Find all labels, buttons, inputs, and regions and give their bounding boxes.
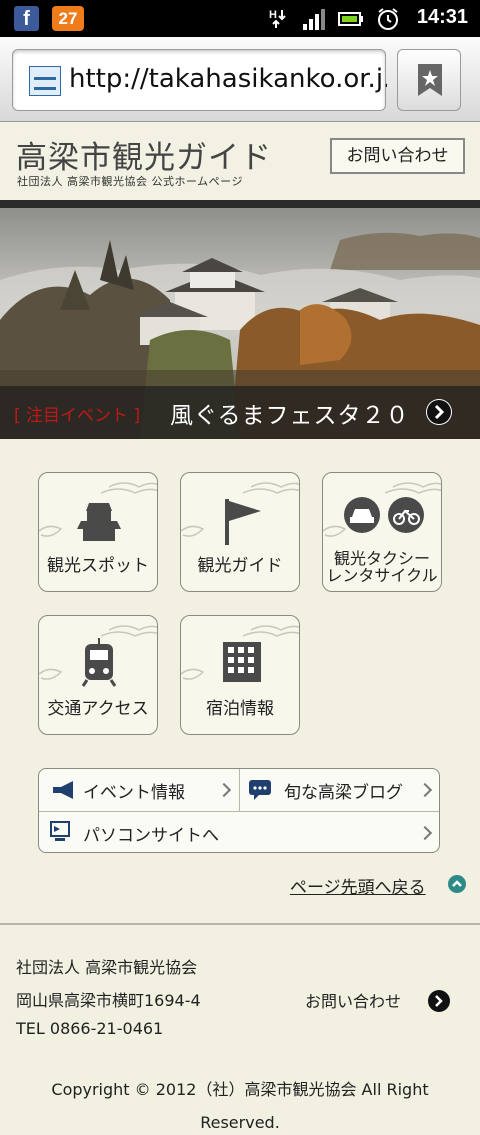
tile-label: 交通アクセス bbox=[47, 699, 149, 719]
footer-contact-link[interactable]: お問い合わせ bbox=[305, 988, 401, 1012]
tile-label: 観光スポット bbox=[47, 556, 149, 576]
megaphone-icon bbox=[53, 781, 73, 799]
back-to-top-link[interactable]: ページ先頭へ戻る bbox=[290, 873, 426, 898]
status-bar: f 27 H 14:31 bbox=[0, 0, 480, 37]
alarm-icon bbox=[378, 8, 398, 30]
contact-button[interactable]: お問い合わせ bbox=[330, 138, 465, 174]
tile-transport-access[interactable]: 交通アクセス bbox=[38, 615, 158, 735]
chevron-right-icon bbox=[417, 782, 433, 798]
chevron-right-icon bbox=[216, 782, 232, 798]
clock: 14:31 bbox=[416, 6, 468, 28]
link-label: 旬な高梁ブログ bbox=[284, 783, 403, 803]
chevron-right-icon bbox=[417, 825, 433, 841]
tile-label: 観光ガイド bbox=[197, 556, 283, 576]
hero-arrow-icon[interactable] bbox=[426, 399, 452, 425]
copyright-line-2: Reserved. bbox=[200, 1113, 280, 1132]
speech-bubble-icon bbox=[249, 780, 271, 800]
link-label: パソコンサイトへ bbox=[83, 826, 219, 846]
signal-icon bbox=[303, 9, 325, 30]
facebook-icon: f bbox=[14, 6, 39, 31]
status-icons: H bbox=[268, 7, 400, 31]
footer-org: 社団法人 高梁市観光協会 bbox=[16, 958, 198, 977]
site-header: 高梁市観光ガイド 社団法人 高梁市観光協会 公式ホームページ お問い合わせ bbox=[0, 122, 480, 200]
footer-divider bbox=[0, 923, 480, 925]
copyright: Copyright © 2012（社）高梁市観光協会 All Right Res… bbox=[30, 1073, 450, 1135]
site-title[interactable]: 高梁市観光ガイド bbox=[16, 132, 272, 177]
link-blog[interactable]: 旬な高梁ブログ bbox=[240, 769, 439, 811]
site-favicon-icon bbox=[29, 66, 61, 96]
bookmark-icon bbox=[418, 64, 442, 96]
tile-sightseeing-guide[interactable]: 観光ガイド bbox=[180, 472, 300, 592]
quick-links: イベント情報 旬な高梁ブログ パソコンサイトへ bbox=[38, 768, 440, 853]
link-pc-site[interactable]: パソコンサイトへ bbox=[39, 812, 439, 852]
copyright-line-1: Copyright © 2012（社）高梁市観光協会 All Right bbox=[51, 1080, 429, 1099]
site-subtitle: 社団法人 高梁市観光協会 公式ホームページ bbox=[17, 175, 243, 188]
arrow-right-icon[interactable] bbox=[428, 990, 450, 1012]
tile-lodging[interactable]: 宿泊情報 bbox=[180, 615, 300, 735]
featured-event-tag: [ 注目イベント ] bbox=[14, 406, 141, 426]
hero-banner[interactable]: [ 注目イベント ] 風ぐるまフェスタ２０ bbox=[0, 200, 480, 439]
battery-icon bbox=[338, 12, 363, 26]
link-events[interactable]: イベント情報 bbox=[39, 769, 239, 811]
tile-label: 宿泊情報 bbox=[206, 699, 274, 719]
link-label: イベント情報 bbox=[83, 783, 185, 803]
browser-toolbar: http://takahasikanko.or.j... bbox=[0, 37, 480, 122]
data-transfer-icon: H bbox=[269, 9, 286, 28]
url-text[interactable]: http://takahasikanko.or.j... bbox=[69, 64, 387, 94]
footer-address: 岡山県高梁市横町1694-4 bbox=[16, 991, 201, 1010]
svg-text:H: H bbox=[269, 9, 277, 21]
arrow-up-icon[interactable] bbox=[448, 875, 466, 893]
url-bar[interactable]: http://takahasikanko.or.j... bbox=[12, 49, 387, 111]
tile-sightseeing-spots[interactable]: 観光スポット bbox=[38, 472, 158, 592]
hero-caption[interactable]: [ 注目イベント ] 風ぐるまフェスタ２０ bbox=[0, 386, 480, 439]
tile-taxi-cycle[interactable]: 観光タクシー レンタサイクル bbox=[322, 472, 442, 592]
computer-icon bbox=[50, 821, 70, 841]
notification-badge: 27 bbox=[52, 6, 84, 31]
footer-tel[interactable]: TEL 0866-21-0461 bbox=[16, 1019, 163, 1038]
featured-event-title[interactable]: 風ぐるまフェスタ２０ bbox=[170, 396, 410, 430]
tile-label-2: レンタサイクル bbox=[326, 566, 438, 585]
bookmark-button[interactable] bbox=[397, 49, 461, 111]
